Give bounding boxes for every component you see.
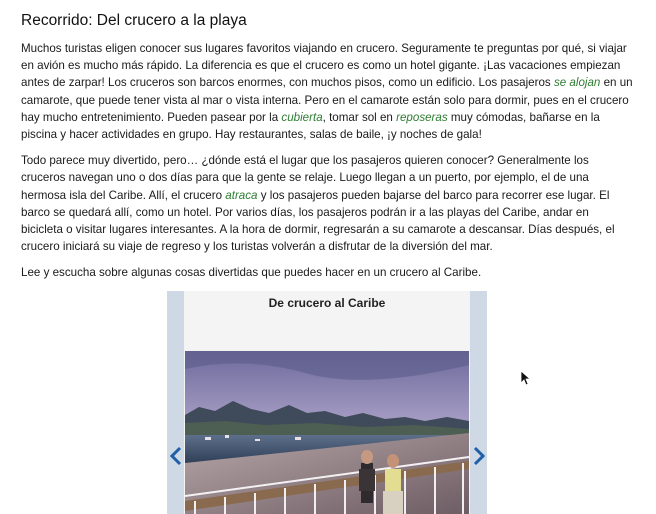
paragraph-1: Muchos turistas eligen conocer sus lugar… (21, 40, 633, 143)
vocab-word-cubierta[interactable]: cubierta (281, 111, 322, 124)
chevron-right-icon (473, 446, 485, 466)
vocab-word-atraca[interactable]: atraca (225, 189, 257, 202)
slide-panel: De crucero al Caribe (184, 291, 470, 514)
slide-title: De crucero al Caribe (268, 296, 386, 310)
vocab-word-reposeras[interactable]: reposeras (396, 111, 448, 124)
carousel-right-rail (470, 291, 487, 514)
mouse-cursor-icon (520, 370, 532, 391)
chevron-left-icon (169, 446, 181, 466)
vocab-word-se-alojan[interactable]: se alojan (554, 76, 600, 89)
previous-slide-button[interactable] (167, 441, 184, 471)
slideshow-carousel: De crucero al Caribe (167, 291, 487, 514)
paragraph-text: Muchos turistas eligen conocer sus lugar… (21, 42, 627, 90)
carousel-left-rail (167, 291, 184, 514)
reading-content: Recorrido: Del crucero a la playa Muchos… (21, 12, 633, 291)
cruise-deck-photo (185, 351, 469, 514)
paragraph-2: Todo parece muy divertido, pero… ¿dónde … (21, 152, 633, 255)
next-slide-button[interactable] (470, 441, 487, 471)
paragraph-3: Lee y escucha sobre algunas cosas divert… (21, 266, 482, 280)
paragraph-text: , tomar sol en (322, 110, 397, 124)
page-title: Recorrido: Del crucero a la playa (21, 12, 247, 29)
